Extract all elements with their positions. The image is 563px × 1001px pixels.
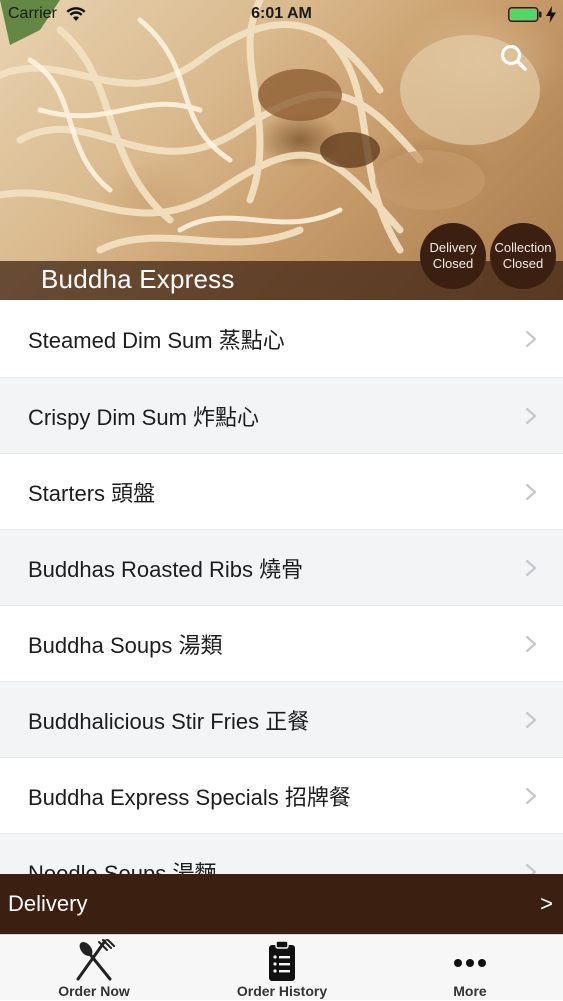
menu-row-label: Noodle Soups 湯麵 [28, 860, 217, 875]
chevron-right-icon [525, 330, 537, 347]
menu-row-roasted-ribs[interactable]: Buddhas Roasted Ribs 燒骨 [0, 530, 563, 606]
tab-bar: Order Now Order History More [0, 934, 563, 1000]
fork-spoon-icon [76, 939, 115, 981]
collection-badge-line1: Collection [494, 240, 552, 255]
collection-status-badge: Collection Closed [490, 223, 556, 289]
menu-category-list[interactable]: Steamed Dim Sum 蒸點心 Crispy Dim Sum 炸點心 S… [0, 300, 563, 874]
more-dots-icon [454, 959, 486, 967]
menu-row-label: Buddha Soups 湯類 [28, 632, 223, 658]
charging-bolt-icon [546, 6, 556, 23]
chevron-right-icon [525, 635, 537, 652]
menu-row-label: Buddhas Roasted Ribs 燒骨 [28, 556, 304, 582]
tab-label: Order Now [58, 983, 130, 999]
chevron-right-icon [525, 711, 537, 728]
delivery-status-badge: Delivery Closed [420, 223, 486, 289]
clipboard-list-icon [269, 940, 295, 981]
tab-more[interactable]: More [376, 935, 563, 1001]
delivery-arrow-icon: > [540, 891, 553, 916]
menu-row-label: Steamed Dim Sum 蒸點心 [28, 327, 285, 353]
restaurant-name: Buddha Express [41, 264, 235, 294]
chevron-right-icon [525, 787, 537, 804]
menu-row-label: Crispy Dim Sum 炸點心 [28, 404, 260, 430]
menu-row-steamed-dim-sum[interactable]: Steamed Dim Sum 蒸點心 [0, 300, 563, 378]
search-icon[interactable] [498, 42, 530, 74]
tab-label: Order History [236, 983, 328, 999]
battery-icon [508, 7, 542, 22]
tab-order-history[interactable]: Order History [188, 935, 376, 1001]
menu-row-noodle-soups[interactable]: Noodle Soups 湯麵 [0, 834, 563, 874]
chevron-right-icon [525, 863, 537, 874]
delivery-badge-line1: Delivery [429, 240, 477, 255]
menu-row-label: Buddha Express Specials 招牌餐 [28, 784, 351, 810]
tab-order-now[interactable]: Order Now [0, 935, 188, 1001]
delivery-mode-bar[interactable]: Delivery > [0, 874, 563, 934]
status-bar: Carrier 6:01 AM [0, 0, 563, 30]
tab-label: More [453, 983, 487, 999]
menu-row-label: Buddhalicious Stir Fries 正餐 [28, 708, 310, 734]
chevron-right-icon [525, 483, 537, 500]
collection-badge-line2: Closed [502, 256, 544, 271]
delivery-badge-line2: Closed [432, 256, 474, 271]
menu-row-stir-fries[interactable]: Buddhalicious Stir Fries 正餐 [0, 682, 563, 758]
menu-row-crispy-dim-sum[interactable]: Crispy Dim Sum 炸點心 [0, 378, 563, 454]
header-banner: Carrier 6:01 AM Buddha Express Delivery … [0, 0, 563, 300]
clock: 6:01 AM [251, 5, 312, 22]
chevron-right-icon [525, 559, 537, 576]
menu-row-label: Starters 頭盤 [28, 480, 156, 506]
delivery-mode-label: Delivery [8, 891, 88, 916]
menu-row-starters[interactable]: Starters 頭盤 [0, 454, 563, 530]
menu-row-buddha-soups[interactable]: Buddha Soups 湯類 [0, 606, 563, 682]
chevron-right-icon [525, 407, 537, 424]
menu-row-express-specials[interactable]: Buddha Express Specials 招牌餐 [0, 758, 563, 834]
